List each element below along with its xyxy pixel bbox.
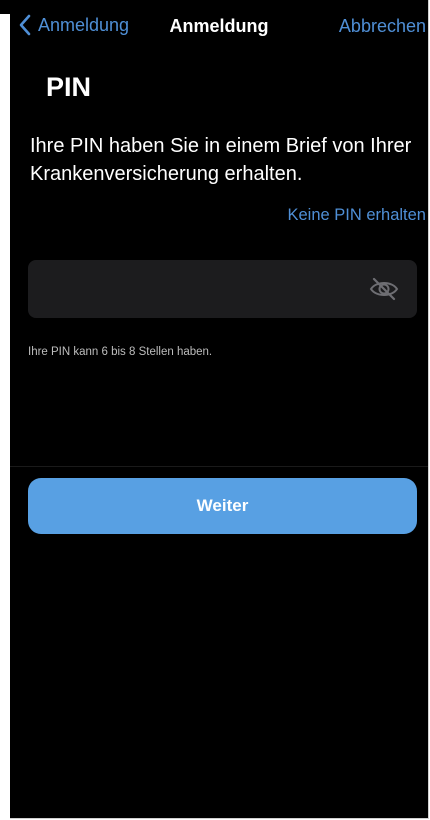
pin-length-hint: Ihre PIN kann 6 bis 8 Stellen haben. — [28, 346, 213, 358]
divider — [10, 466, 428, 467]
pin-input[interactable] — [40, 260, 364, 320]
navigation-bar: Anmeldung Anmeldung Abbrechen — [10, 0, 428, 58]
screen-edge-marker — [0, 0, 10, 14]
pin-field — [28, 260, 417, 320]
pin-description: Ihre PIN haben Sie in einem Brief von Ih… — [30, 135, 412, 185]
cancel-button[interactable]: Abbrechen — [339, 16, 426, 37]
pin-heading: PIN — [46, 72, 92, 102]
eye-slash-icon[interactable] — [369, 276, 399, 302]
continue-button-label: Weiter — [196, 496, 249, 515]
continue-button[interactable]: Weiter — [28, 478, 417, 534]
app-screen: Anmeldung Anmeldung Abbrechen PIN Ihre P… — [10, 0, 429, 819]
no-pin-link[interactable]: Keine PIN erhalten — [287, 206, 426, 225]
